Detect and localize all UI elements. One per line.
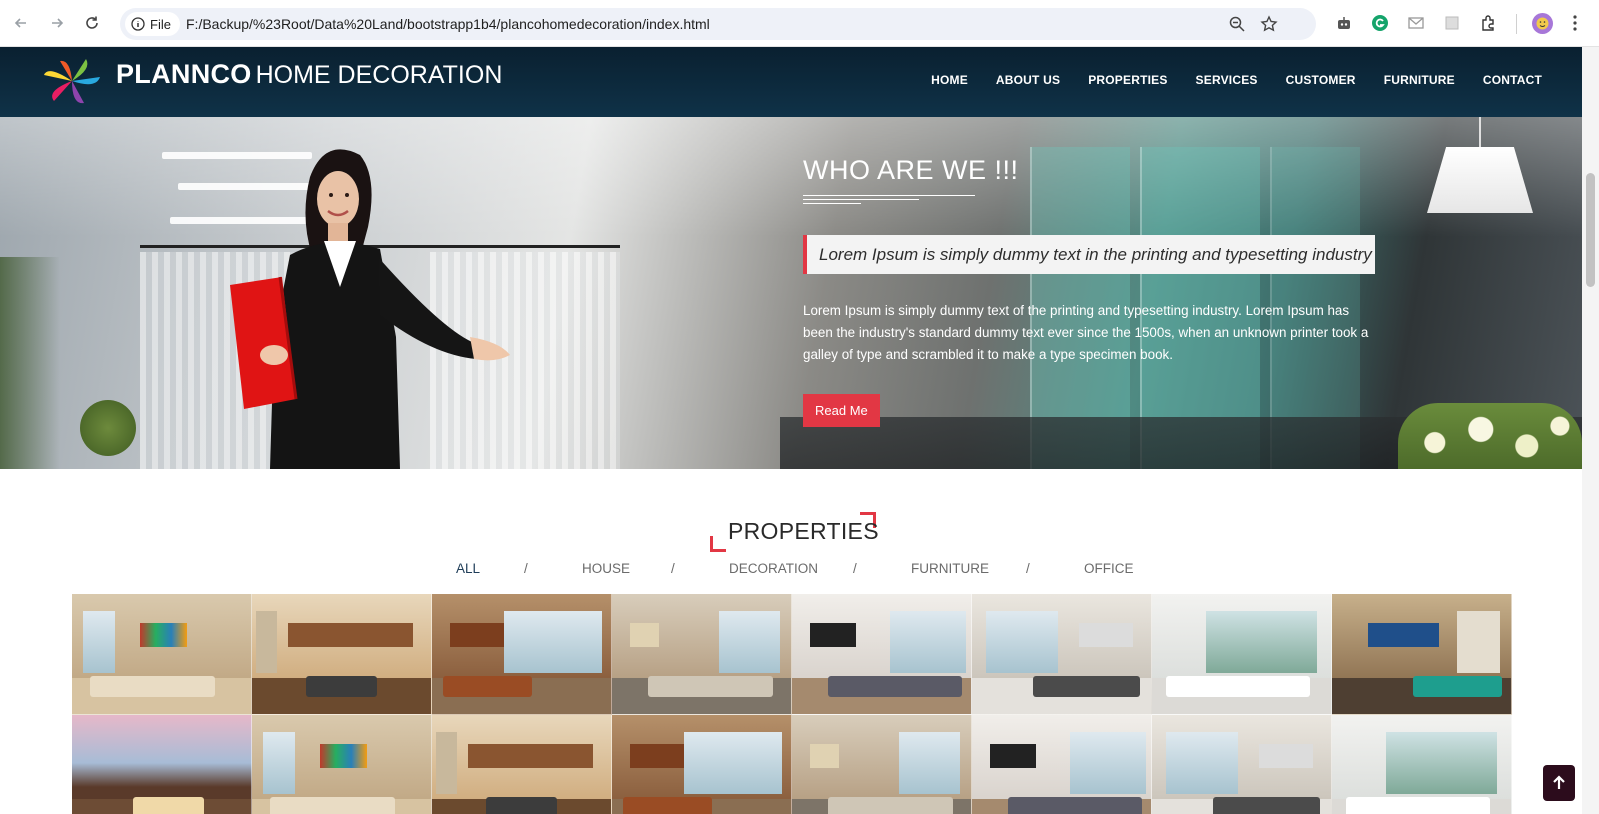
property-thumbnail[interactable] [432, 715, 612, 814]
scrollbar-thumb[interactable] [1586, 173, 1595, 287]
property-thumbnail[interactable] [612, 594, 792, 715]
hero-plant [0, 257, 60, 469]
property-gallery [72, 594, 1512, 814]
property-thumbnail[interactable] [972, 715, 1152, 814]
filter-furniture[interactable]: FURNITURE [911, 561, 989, 576]
filter-all[interactable]: ALL [456, 561, 480, 576]
star-icon[interactable] [1260, 15, 1278, 33]
brand-subtitle: HOME DECORATION [255, 61, 503, 89]
property-thumbnail[interactable] [792, 715, 972, 814]
robot-icon[interactable] [1334, 13, 1354, 33]
mail-icon[interactable] [1406, 13, 1426, 33]
property-thumbnail[interactable] [1332, 715, 1512, 814]
info-icon [131, 17, 145, 31]
forward-icon[interactable] [46, 12, 68, 34]
property-thumbnail[interactable] [432, 594, 612, 715]
screenshot-icon[interactable] [1442, 13, 1462, 33]
property-filters: ALL / HOUSE / DECORATION / FURNITURE / O… [0, 561, 1582, 579]
flower-arrangement [1398, 403, 1582, 469]
nav-furniture[interactable]: FURNITURE [1384, 73, 1455, 87]
nav-contact[interactable]: CONTACT [1483, 73, 1542, 87]
properties-heading: PROPERTIES [710, 512, 879, 554]
filter-office[interactable]: OFFICE [1084, 561, 1134, 576]
profile-avatar[interactable] [1532, 13, 1553, 34]
pinwheel-logo-icon[interactable] [42, 57, 102, 105]
hero-title: WHO ARE WE !!! [803, 155, 1019, 185]
hero-banner: WHO ARE WE !!! Lorem Ipsum is simply dum… [0, 117, 1582, 469]
filter-house[interactable]: HOUSE [582, 561, 630, 576]
filter-separator: / [853, 561, 857, 576]
site-info-chip[interactable]: File [125, 12, 180, 36]
lamp-cord [1479, 117, 1481, 149]
brand-bold: PLANNCO [116, 59, 252, 89]
property-thumbnail[interactable] [72, 594, 252, 715]
filter-separator: / [671, 561, 675, 576]
property-thumbnail[interactable] [612, 715, 792, 814]
filter-separator: / [524, 561, 528, 576]
back-icon[interactable] [10, 12, 32, 34]
nav-properties[interactable]: PROPERTIES [1088, 73, 1167, 87]
corner-bracket [710, 536, 726, 552]
hero-quote: Lorem Ipsum is simply dummy text in the … [819, 244, 1372, 264]
site-header: PLANNCO HOME DECORATION HOME ABOUT US PRO… [0, 47, 1582, 117]
property-thumbnail[interactable] [252, 715, 432, 814]
woman-presenter-image [230, 149, 510, 469]
topiary-plant [80, 400, 136, 456]
menu-icon[interactable] [1572, 14, 1578, 32]
property-thumbnail[interactable] [1152, 715, 1332, 814]
brand-name[interactable]: PLANNCO HOME DECORATION [116, 59, 502, 90]
filter-separator: / [1026, 561, 1030, 576]
hero-content: WHO ARE WE !!! Lorem Ipsum is simply dum… [803, 155, 1375, 427]
page-scrollbar[interactable] [1582, 47, 1599, 814]
property-thumbnail[interactable] [252, 594, 432, 715]
toolbar-divider [1516, 14, 1517, 34]
property-thumbnail[interactable] [1332, 594, 1512, 715]
grammarly-icon[interactable] [1370, 13, 1390, 33]
property-thumbnail[interactable] [792, 594, 972, 715]
main-nav: HOME ABOUT US PROPERTIES SERVICES CUSTOM… [931, 73, 1542, 87]
nav-home[interactable]: HOME [931, 73, 968, 87]
filter-decoration[interactable]: DECORATION [729, 561, 818, 576]
properties-title: PROPERTIES [728, 518, 879, 544]
address-bar[interactable]: File F:/Backup/%23Root/Data%20Land/boots… [120, 8, 1316, 40]
browser-toolbar: File F:/Backup/%23Root/Data%20Land/boots… [0, 0, 1599, 47]
site-info-label: File [150, 16, 171, 32]
url-text[interactable]: F:/Backup/%23Root/Data%20Land/bootstrapp… [186, 16, 710, 32]
title-underline [803, 195, 975, 207]
property-thumbnail[interactable] [1152, 594, 1332, 715]
nav-customer[interactable]: CUSTOMER [1286, 73, 1356, 87]
extensions-icon[interactable] [1478, 13, 1498, 33]
hero-paragraph: Lorem Ipsum is simply dummy text of the … [803, 303, 1369, 362]
property-thumbnail[interactable] [72, 715, 252, 814]
arrow-up-icon [1553, 775, 1565, 789]
reload-icon[interactable] [81, 12, 103, 34]
nav-about-us[interactable]: ABOUT US [996, 73, 1060, 87]
hero-quote-box: Lorem Ipsum is simply dummy text in the … [803, 235, 1375, 274]
nav-services[interactable]: SERVICES [1196, 73, 1258, 87]
back-to-top-button[interactable] [1543, 765, 1575, 801]
read-me-button[interactable]: Read Me [803, 394, 880, 427]
property-thumbnail[interactable] [972, 594, 1152, 715]
zoom-icon[interactable] [1228, 15, 1246, 33]
